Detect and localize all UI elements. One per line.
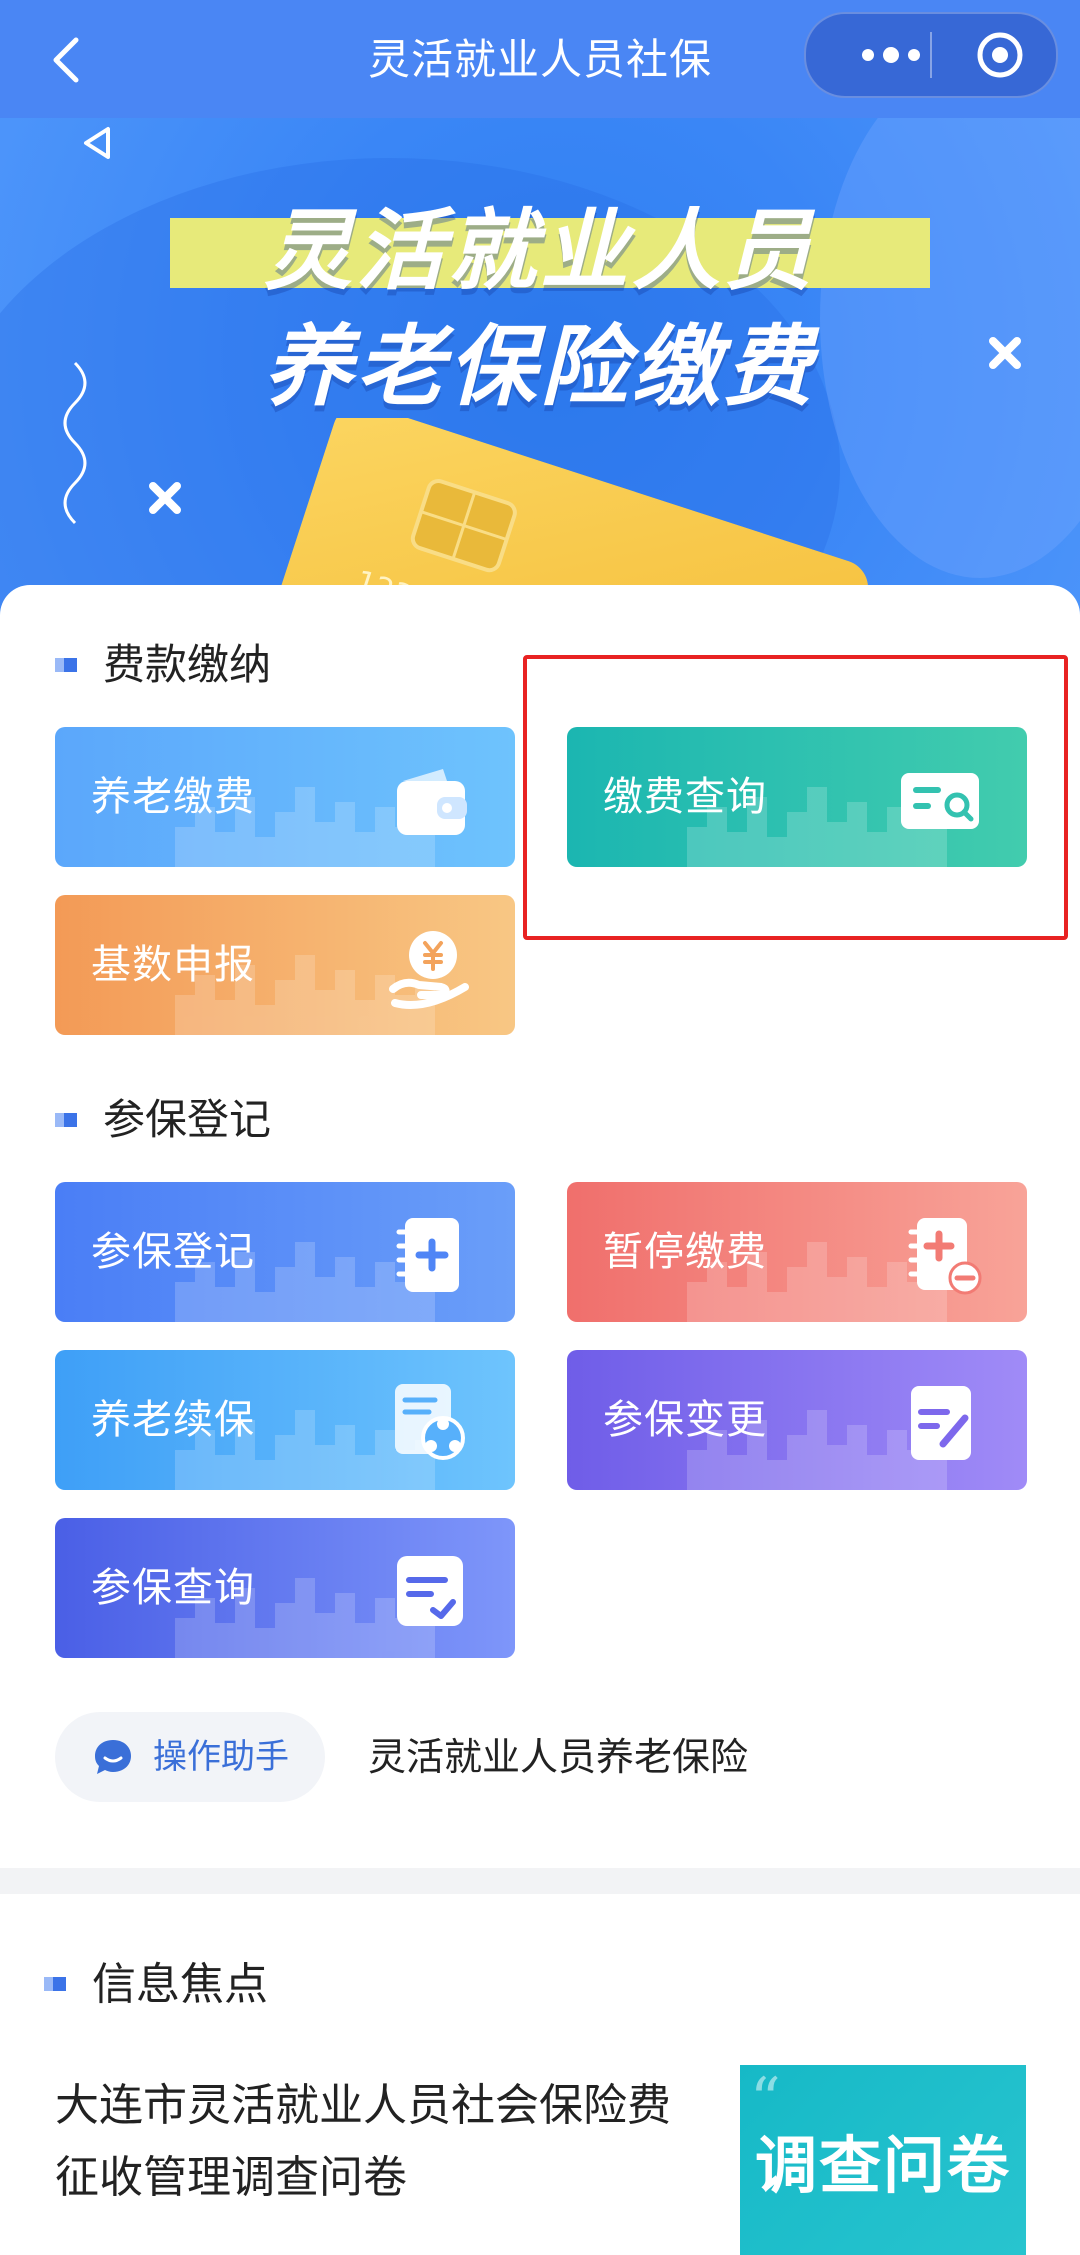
triangle-decoration-icon — [84, 127, 110, 159]
capsule-divider — [930, 32, 932, 78]
tile-insurance-change[interactable]: 参保变更 — [567, 1350, 1027, 1490]
section-marker-icon — [55, 1112, 77, 1127]
tile-suspend-payment[interactable]: 暂停缴费 — [567, 1182, 1027, 1322]
tile-pension-payment[interactable]: 养老缴费 — [55, 727, 515, 867]
tile-label: 养老缴费 — [91, 774, 255, 820]
operation-assistant-button[interactable]: 操作助手 — [55, 1712, 325, 1802]
tile-label: 参保登记 — [91, 1229, 255, 1275]
news-title-line: 征收管理调查问卷 — [55, 2152, 407, 2203]
notebook-plus-icon — [396, 1218, 459, 1292]
section-title-payment: 费款缴纳 — [55, 635, 271, 695]
promo-banner[interactable]: 灵活就业人员 养老保险缴费 1234 567 — [0, 118, 1080, 618]
highlight-annotation-box — [523, 655, 1068, 940]
wave-decoration-icon — [63, 361, 87, 525]
target-circle-icon[interactable] — [956, 14, 1056, 96]
wallet-icon — [397, 769, 467, 835]
assistant-label: 操作助手 — [153, 1737, 289, 1777]
mini-program-capsule — [804, 12, 1058, 98]
check-doc-icon — [397, 1556, 463, 1626]
banner-headline-2: 养老保险缴费 — [263, 315, 816, 418]
section-title-info: 信息焦点 — [44, 1955, 268, 2015]
section-divider — [0, 1868, 1080, 1894]
news-thumbnail[interactable]: “ 调查问卷 — [740, 2065, 1026, 2255]
notebook-minus-icon — [908, 1218, 982, 1295]
news-title-line: 大连市灵活就业人员社会保险费 — [55, 2080, 671, 2131]
banner-headline-1: 灵活就业人员 — [263, 199, 816, 302]
tile-insurance-query[interactable]: 参保查询 — [55, 1518, 515, 1658]
tile-label: 养老续保 — [91, 1397, 255, 1443]
tile-insurance-registration[interactable]: 参保登记 — [55, 1182, 515, 1322]
tile-base-declaration[interactable]: 基数申报 — [55, 895, 515, 1035]
news-item-title[interactable]: 大连市灵活就业人员社会保险费 征收管理调查问卷 — [55, 2070, 695, 2214]
section-title-registration: 参保登记 — [55, 1090, 271, 1150]
tile-label: 暂停缴费 — [603, 1229, 767, 1275]
tile-label: 参保查询 — [91, 1565, 255, 1611]
chat-bubble-icon — [95, 1740, 131, 1774]
edit-doc-icon — [911, 1386, 971, 1460]
tile-pension-renewal[interactable]: 养老续保 — [55, 1350, 515, 1490]
yen-hand-icon — [389, 931, 469, 1009]
section-marker-icon — [44, 1977, 66, 1991]
cross-decoration-icon — [149, 482, 181, 514]
tile-label: 参保变更 — [603, 1397, 767, 1443]
assistant-topic-link[interactable]: 灵活就业人员养老保险 — [368, 1712, 748, 1802]
share-doc-icon — [395, 1384, 465, 1460]
tile-label: 基数申报 — [91, 942, 255, 988]
thumbnail-text: 调查问卷 — [754, 2129, 1011, 2202]
section-marker-icon — [55, 657, 77, 672]
cross-decoration-icon — [989, 337, 1021, 369]
top-nav-bar: 灵活就业人员社保 — [0, 0, 1080, 118]
